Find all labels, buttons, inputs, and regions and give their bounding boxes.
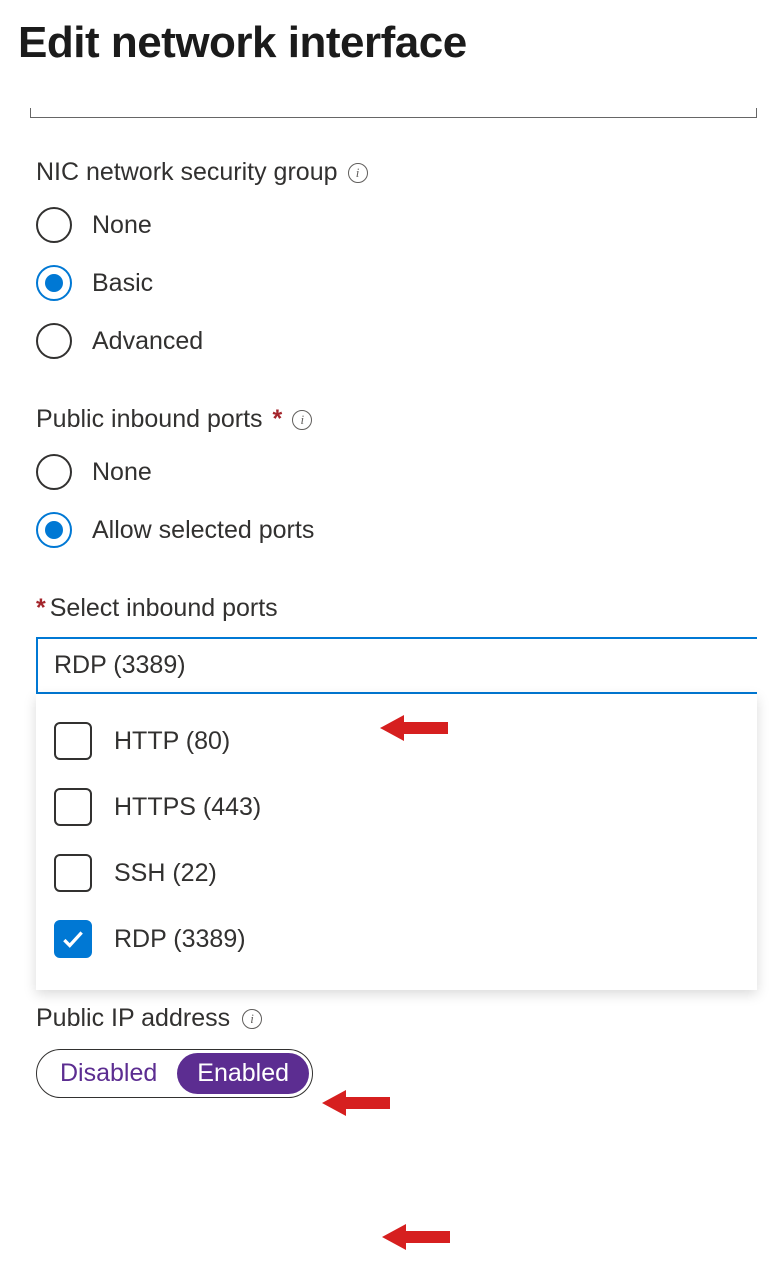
nsg-radio-advanced[interactable]: Advanced [36, 323, 757, 359]
select-ports-dropdown[interactable]: RDP (3389) [36, 637, 757, 694]
public-inbound-label-row: Public inbound ports * i [36, 405, 757, 434]
port-option-https[interactable]: HTTPS (443) [36, 774, 757, 840]
nsg-label: NIC network security group [36, 158, 338, 187]
nsg-label-row: NIC network security group i [36, 158, 757, 187]
radio-icon [36, 207, 72, 243]
option-label: RDP (3389) [114, 925, 246, 954]
option-label: HTTPS (443) [114, 793, 261, 822]
port-option-ssh[interactable]: SSH (22) [36, 840, 757, 906]
nsg-section: NIC network security group i None Basic … [36, 158, 757, 359]
select-ports-label-row: * Select inbound ports [36, 594, 757, 623]
radio-icon [36, 512, 72, 548]
radio-icon [36, 265, 72, 301]
select-ports-options-list: HTTP (80) HTTPS (443) SSH (22) RDP (3389… [36, 694, 757, 990]
checkbox-icon [54, 788, 92, 826]
public-ip-label-row: Public IP address i [36, 1004, 757, 1033]
checkbox-icon [54, 854, 92, 892]
port-option-rdp[interactable]: RDP (3389) [36, 906, 757, 972]
select-ports-label: Select inbound ports [50, 594, 278, 623]
option-label: SSH (22) [114, 859, 217, 888]
toggle-enabled[interactable]: Enabled [177, 1053, 309, 1094]
nsg-radio-none[interactable]: None [36, 207, 757, 243]
public-ip-label: Public IP address [36, 1004, 230, 1033]
option-label: HTTP (80) [114, 727, 230, 756]
public-inbound-label: Public inbound ports [36, 405, 263, 434]
radio-label: Advanced [92, 327, 203, 356]
radio-label: None [92, 458, 152, 487]
radio-icon [36, 454, 72, 490]
radio-label: None [92, 211, 152, 240]
page-title: Edit network interface [18, 18, 757, 68]
required-marker: * [36, 594, 46, 623]
public-ip-toggle[interactable]: Disabled Enabled [36, 1049, 313, 1098]
required-marker: * [273, 405, 283, 434]
inbound-radio-allow[interactable]: Allow selected ports [36, 512, 757, 548]
radio-label: Basic [92, 269, 153, 298]
arrow-annotation-icon [382, 1222, 450, 1252]
radio-label: Allow selected ports [92, 516, 314, 545]
public-inbound-section: Public inbound ports * i None Allow sele… [36, 405, 757, 548]
info-icon[interactable]: i [348, 163, 368, 183]
info-icon[interactable]: i [292, 410, 312, 430]
public-ip-section: Public IP address i Disabled Enabled [36, 1004, 757, 1098]
nsg-radio-basic[interactable]: Basic [36, 265, 757, 301]
port-option-http[interactable]: HTTP (80) [36, 708, 757, 774]
cutoff-input-outline [30, 108, 757, 118]
toggle-disabled[interactable]: Disabled [40, 1053, 177, 1094]
checkbox-icon [54, 722, 92, 760]
info-icon[interactable]: i [242, 1009, 262, 1029]
inbound-radio-none[interactable]: None [36, 454, 757, 490]
radio-icon [36, 323, 72, 359]
checkbox-icon [54, 920, 92, 958]
select-ports-value: RDP (3389) [54, 651, 186, 679]
